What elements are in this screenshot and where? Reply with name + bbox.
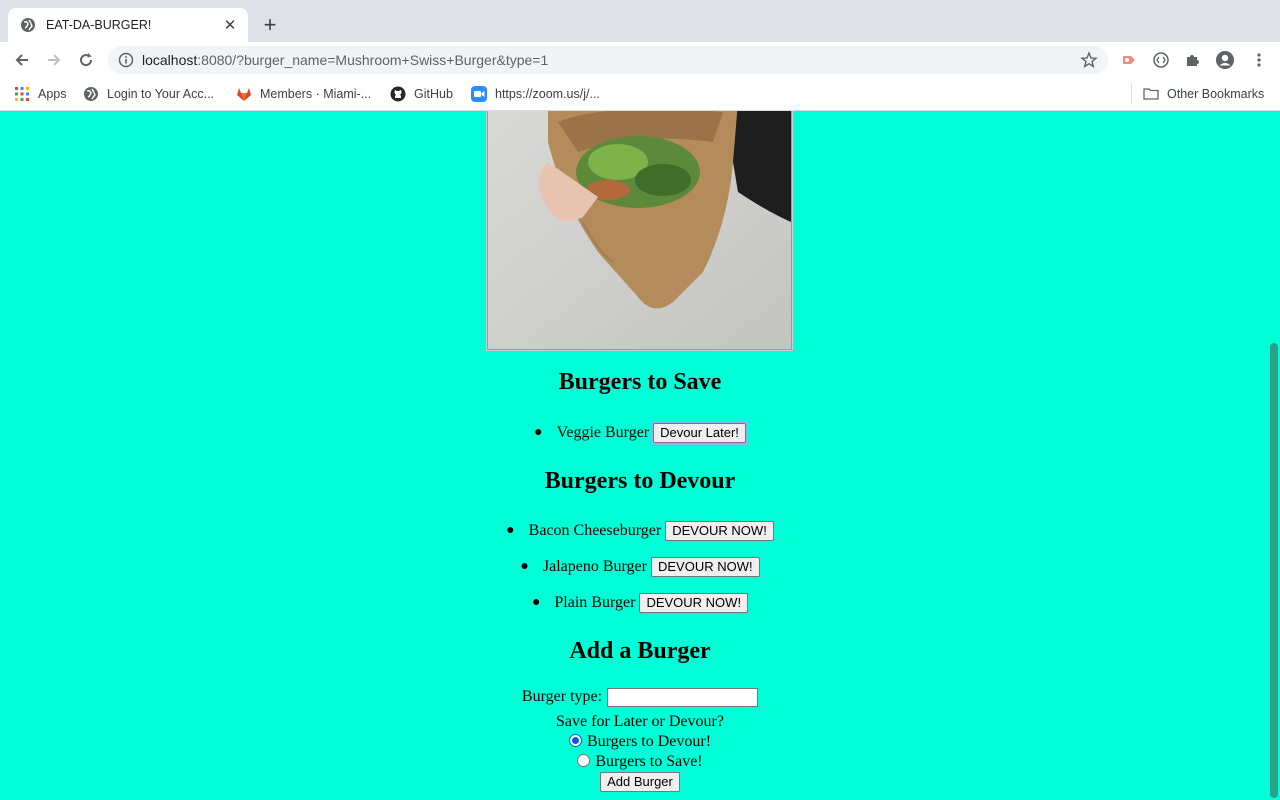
url-host: localhost — [142, 52, 198, 68]
bookmarks-bar: Apps Login to Your Acc... Members · Miam… — [0, 78, 1280, 111]
bullet-icon: ● — [534, 425, 543, 440]
bookmark-label: Members · Miami-... — [260, 87, 372, 101]
forward-button[interactable] — [42, 48, 66, 72]
back-arrow-icon — [15, 54, 28, 66]
tab-strip: EAT-DA-BURGER! ✕ + — [0, 0, 1280, 42]
bookmark-other[interactable]: Other Bookmarks — [1143, 84, 1264, 104]
bookmark-apps[interactable]: Apps — [14, 84, 67, 104]
bookmark-label: https://zoom.us/j/... — [495, 87, 600, 101]
url-path: :8080/?burger_name=Mushroom+Swiss+Burger… — [197, 52, 549, 68]
address-bar[interactable]: localhost:8080/?burger_name=Mushroom+Swi… — [108, 46, 1108, 74]
save-heading: Burgers to Save — [558, 369, 722, 395]
globe-icon — [21, 18, 35, 32]
github-icon — [390, 86, 406, 102]
radio-save-label: Burgers to Save! — [595, 753, 703, 770]
extension-code-icon[interactable] — [1151, 50, 1171, 70]
extensions-puzzle-icon[interactable] — [1183, 50, 1203, 70]
burger-type-input[interactable] — [607, 687, 759, 707]
folder-icon — [1143, 88, 1159, 100]
burger-image — [487, 111, 792, 350]
bookmark-label: Apps — [38, 87, 67, 101]
bullet-icon: ● — [531, 595, 541, 610]
zoom-icon — [471, 86, 487, 102]
radio-devour-label: Burgers to Devour! — [586, 733, 712, 750]
browser-toolbar: localhost:8080/?burger_name=Mushroom+Swi… — [0, 42, 1280, 78]
bookmark-github[interactable]: GitHub — [390, 84, 453, 104]
burger-name: Jalapeno Burger — [542, 558, 647, 575]
bookmark-label: Login to Your Acc... — [107, 87, 215, 101]
bookmark-label: Other Bookmarks — [1167, 87, 1265, 101]
forward-arrow-icon — [48, 54, 61, 66]
apps-grid-icon — [15, 87, 29, 101]
devour-now-button[interactable]: DEVOUR NOW! — [639, 593, 749, 613]
bookmark-label: GitHub — [414, 87, 453, 101]
list-item: ● Plain Burger DEVOUR NOW! — [0, 591, 1280, 615]
bullet-icon: ● — [520, 559, 529, 574]
new-tab-button[interactable]: + — [258, 13, 282, 37]
devour-later-button[interactable]: Devour Later! — [651, 421, 748, 445]
url-text: localhost:8080/?burger_name=Mushroom+Swi… — [142, 52, 548, 68]
bookmark-star-icon[interactable] — [1080, 51, 1098, 69]
bullet-icon: ● — [506, 523, 515, 538]
scrollbar[interactable] — [1268, 111, 1280, 800]
bookmarks-separator — [1131, 84, 1132, 104]
burger-name: Plain Burger — [554, 594, 636, 611]
gitlab-icon — [237, 88, 251, 101]
bookmark-gitlab[interactable]: Members · Miami-... — [236, 84, 371, 104]
burger-type-label: Burger type: — [521, 688, 603, 705]
reload-button[interactable] — [74, 48, 98, 72]
globe-icon — [84, 87, 98, 101]
devour-now-button[interactable]: DEVOUR NOW! — [665, 521, 774, 541]
reload-icon — [80, 53, 93, 67]
burger-type-row: Burger type: — [0, 685, 1280, 709]
extension-cast-icon[interactable] — [1119, 50, 1139, 70]
list-item: ● Bacon Cheeseburger DEVOUR NOW! — [0, 519, 1280, 543]
site-info-icon[interactable] — [118, 52, 134, 68]
choice-prompt: Save for Later or Devour? — [556, 713, 724, 730]
burger-name: Bacon Cheeseburger — [528, 522, 662, 539]
page-viewport: Burgers to Save ● Veggie Burger Devour L… — [0, 111, 1280, 800]
tab-title: EAT-DA-BURGER! — [46, 18, 152, 32]
devour-heading: Burgers to Devour — [544, 468, 736, 494]
back-button[interactable] — [10, 48, 34, 72]
radio-devour[interactable] — [568, 733, 582, 747]
browser-tab[interactable]: EAT-DA-BURGER! ✕ — [8, 8, 248, 42]
burger-name: Veggie Burger — [556, 424, 650, 441]
profile-avatar-icon[interactable] — [1215, 50, 1235, 70]
scrollbar-thumb[interactable] — [1270, 343, 1278, 798]
add-burger-row: Add Burger — [0, 770, 1280, 794]
add-burger-heading: Add a Burger — [569, 638, 711, 664]
devour-now-button[interactable]: DEVOUR NOW! — [650, 557, 760, 577]
radio-save[interactable] — [577, 753, 591, 767]
list-item: ● Veggie Burger Devour Later! — [0, 421, 1280, 445]
list-item: ● Jalapeno Burger DEVOUR NOW! — [0, 555, 1280, 579]
browser-menu-icon[interactable] — [1249, 50, 1269, 70]
close-tab-icon[interactable]: ✕ — [220, 15, 240, 35]
bookmark-zoom[interactable]: https://zoom.us/j/... — [471, 84, 600, 104]
add-burger-button[interactable]: Add Burger — [600, 772, 680, 792]
bookmark-login[interactable]: Login to Your Acc... — [83, 84, 214, 104]
